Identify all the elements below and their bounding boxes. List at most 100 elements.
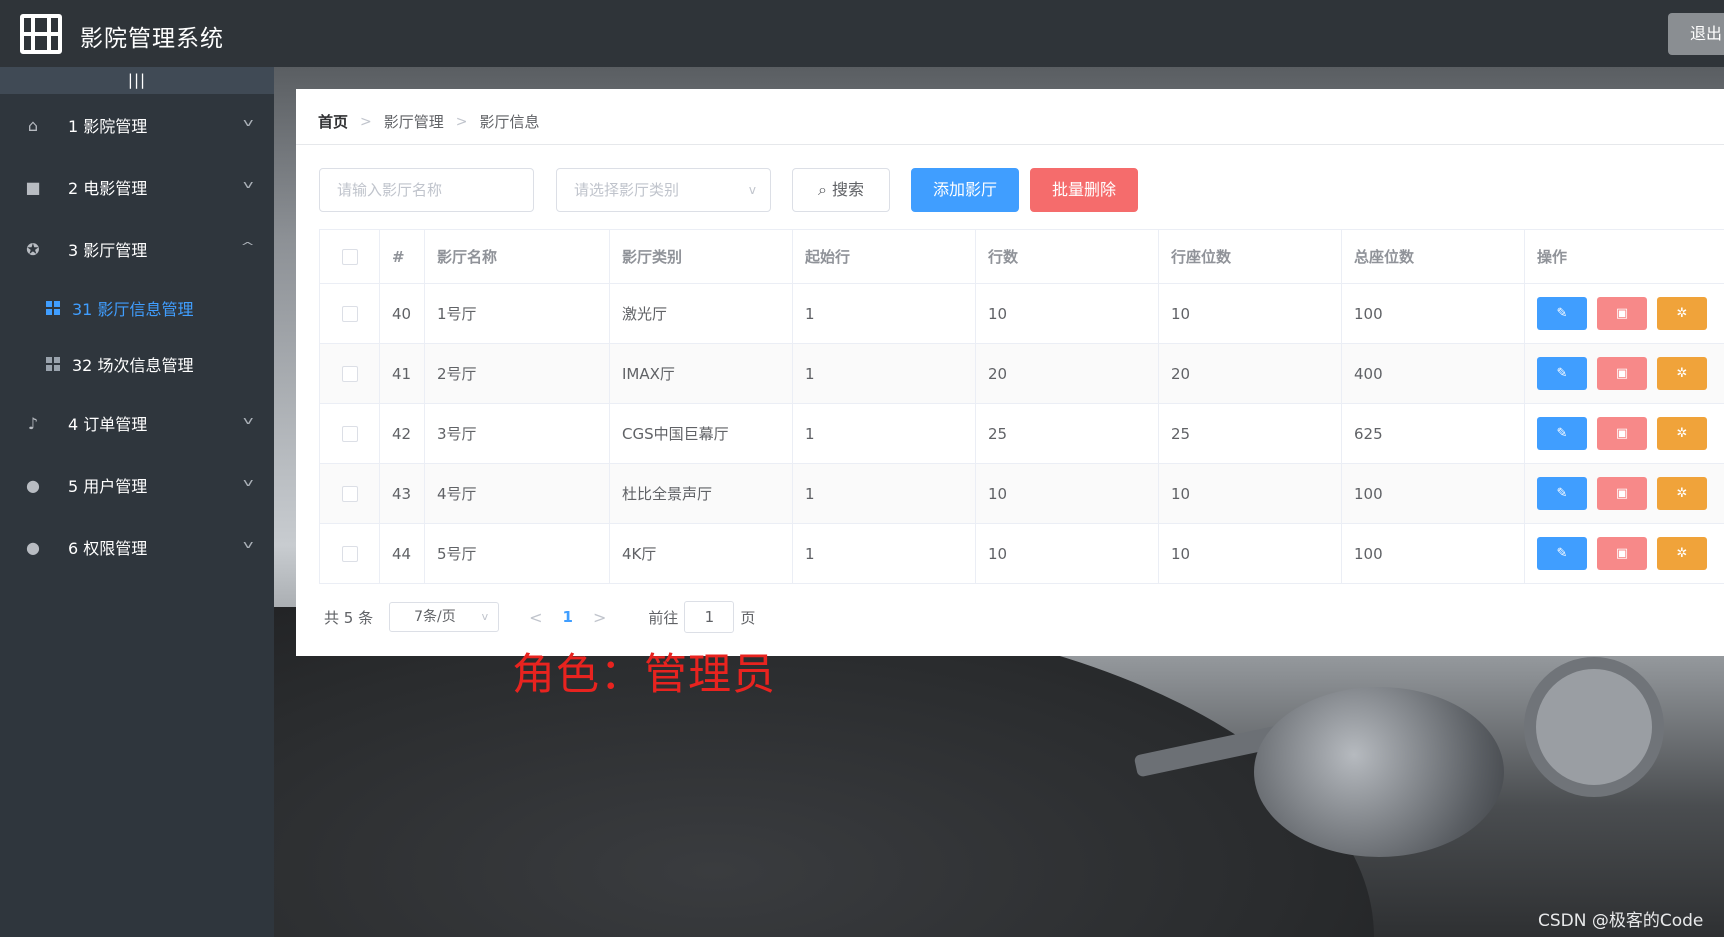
chevron-right-icon: >: [360, 113, 372, 130]
goto-page-input[interactable]: 1: [684, 601, 735, 633]
hall-name-input[interactable]: 请输入影厅名称: [319, 168, 534, 212]
seats-per-row: 20: [1159, 344, 1342, 403]
table-row: 44 5号厅 4K厅 1 10 10 100 ✎ ▣ ✲: [319, 524, 1724, 584]
actions-cell: ✎ ▣ ✲: [1525, 344, 1724, 403]
settings-button[interactable]: ✲: [1657, 297, 1707, 330]
hall-type-placeholder: 请选择影厅类别: [574, 181, 680, 199]
prev-page-button[interactable]: <: [529, 608, 542, 627]
row-count: 10: [976, 524, 1159, 583]
breadcrumb-item: 影厅信息: [479, 113, 540, 131]
sidebar-subitem-hall-info[interactable]: 31 影厅信息管理: [0, 280, 274, 336]
hall-type: 杜比全景声厅: [610, 464, 793, 523]
delete-button[interactable]: ▣: [1597, 297, 1647, 330]
sidebar-item-label: 5 用户管理: [68, 477, 148, 496]
delete-button[interactable]: ▣: [1597, 477, 1647, 510]
sidebar-item-order[interactable]: ♪ 4 订单管理 v: [0, 392, 274, 454]
sidebar-item-movie[interactable]: ■ 2 电影管理 v: [0, 156, 274, 218]
start-row: 1: [793, 464, 976, 523]
breadcrumb-home[interactable]: 首页: [318, 111, 348, 132]
actions-cell: ✎ ▣ ✲: [1525, 464, 1724, 523]
sidebar-collapse-toggle[interactable]: |||: [0, 67, 274, 94]
page-size-select[interactable]: 7条/页 v: [389, 602, 500, 632]
column-header: 行座位数: [1159, 230, 1342, 283]
hall-name: 2号厅: [425, 344, 610, 403]
start-row: 1: [793, 284, 976, 343]
select-all-checkbox[interactable]: [341, 248, 358, 265]
chevron-down-icon: v: [481, 610, 489, 623]
sidebar-subitem-session-info[interactable]: 32 场次信息管理: [0, 336, 274, 392]
seats-per-row: 10: [1159, 284, 1342, 343]
pagination: 共 5 条 7条/页 v < 1 > 前往 1 页: [324, 601, 755, 633]
top-header: 影院管理系统 退出: [0, 0, 1724, 67]
pencil-icon: ✎: [1556, 546, 1568, 561]
sidebar-item-permission[interactable]: ● 6 权限管理 v: [0, 516, 274, 578]
role-annotation: 角色：管理员: [512, 650, 776, 700]
edit-button[interactable]: ✎: [1537, 537, 1587, 570]
trash-icon: ▣: [1615, 426, 1629, 441]
gear-icon: ✲: [1676, 426, 1688, 441]
settings-button[interactable]: ✲: [1657, 537, 1707, 570]
start-row: 1: [793, 524, 976, 583]
actions-cell: ✎ ▣ ✲: [1525, 404, 1724, 463]
chevron-down-icon: v: [243, 178, 254, 191]
total-seats: 100: [1342, 524, 1525, 583]
logout-button[interactable]: 退出: [1668, 13, 1724, 55]
row-select-cell: [319, 404, 380, 463]
sidebar-item-label: 1 影院管理: [68, 117, 148, 136]
chevron-down-icon: v: [243, 116, 254, 129]
sidebar-item-user[interactable]: ● 5 用户管理 v: [0, 454, 274, 516]
hall-id: 41: [380, 344, 425, 403]
sidebar-item-label: 3 影厅管理: [68, 241, 148, 260]
hall-type-select[interactable]: 请选择影厅类别 v: [556, 168, 771, 212]
divider: [296, 144, 1724, 145]
gear-icon: ✲: [1676, 306, 1688, 321]
row-checkbox[interactable]: [341, 545, 358, 562]
settings-button[interactable]: ✲: [1657, 477, 1707, 510]
delete-button[interactable]: ▣: [1597, 417, 1647, 450]
hall-name: 3号厅: [425, 404, 610, 463]
hall-type: IMAX厅: [610, 344, 793, 403]
add-hall-button[interactable]: 添加影厅: [911, 168, 1019, 212]
delete-button[interactable]: ▣: [1597, 357, 1647, 390]
chevron-right-icon: >: [455, 113, 468, 130]
breadcrumb: 首页 > 影厅管理 > 影厅信息: [318, 111, 540, 132]
edit-button[interactable]: ✎: [1537, 417, 1587, 450]
pencil-icon: ✎: [1556, 366, 1568, 381]
gear-icon: ✲: [1676, 486, 1688, 501]
edit-button[interactable]: ✎: [1537, 357, 1587, 390]
search-button[interactable]: ⌕ 搜索: [792, 168, 890, 212]
sidebar-subitem-label: 31 影厅信息管理: [72, 300, 194, 319]
hall-id: 42: [380, 404, 425, 463]
hall-id: 40: [380, 284, 425, 343]
next-page-button[interactable]: >: [593, 608, 606, 627]
sidebar-item-hall[interactable]: ✪ 3 影厅管理 ^: [0, 218, 274, 280]
chevron-down-icon: v: [243, 538, 254, 551]
edit-button[interactable]: ✎: [1537, 477, 1587, 510]
row-count: 25: [976, 404, 1159, 463]
column-header: 影厅类别: [610, 230, 793, 283]
hall-name: 4号厅: [425, 464, 610, 523]
chevron-down-icon: v: [243, 476, 254, 489]
trash-icon: ▣: [1615, 546, 1629, 561]
sidebar-item-label: 2 电影管理: [68, 179, 148, 198]
row-checkbox[interactable]: [341, 305, 358, 322]
chevron-down-icon: v: [748, 183, 756, 197]
page-number[interactable]: 1: [563, 608, 573, 626]
batch-delete-button[interactable]: 批量删除: [1030, 168, 1138, 212]
edit-button[interactable]: ✎: [1537, 297, 1587, 330]
chevron-down-icon: v: [243, 414, 254, 427]
pencil-icon: ✎: [1556, 486, 1568, 501]
row-select-cell: [319, 464, 380, 523]
seats-per-row: 25: [1159, 404, 1342, 463]
settings-button[interactable]: ✲: [1657, 357, 1707, 390]
breadcrumb-item: 影厅管理: [383, 113, 444, 131]
settings-button[interactable]: ✲: [1657, 417, 1707, 450]
grid-icon: [46, 357, 60, 371]
sidebar-item-cinema[interactable]: ⌂ 1 影院管理 v: [0, 94, 274, 156]
delete-button[interactable]: ▣: [1597, 537, 1647, 570]
search-icon: ⌕: [817, 180, 827, 199]
row-checkbox[interactable]: [341, 365, 358, 382]
row-checkbox[interactable]: [341, 485, 358, 502]
home-icon: ⌂: [27, 115, 39, 135]
row-checkbox[interactable]: [341, 425, 358, 442]
